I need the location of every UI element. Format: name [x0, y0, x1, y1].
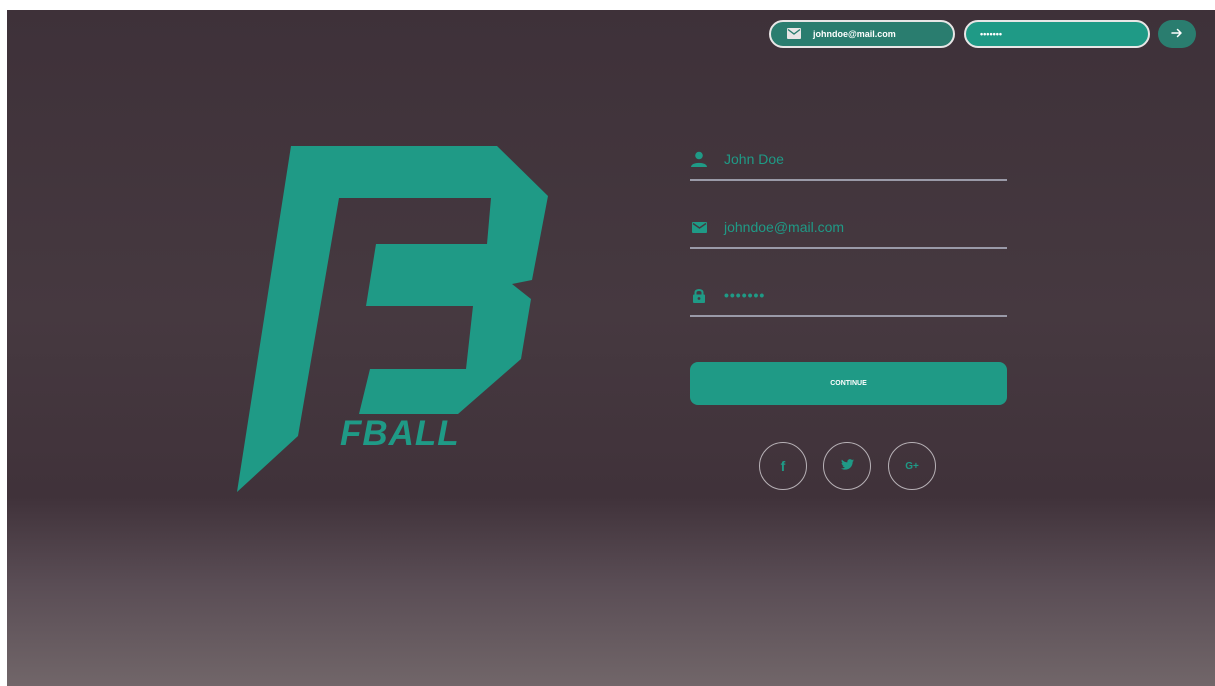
name-field[interactable]: John Doe	[690, 139, 1007, 181]
logo-wordmark: FBALL	[340, 414, 460, 453]
mail-icon	[787, 27, 801, 41]
password-field[interactable]: •••••••	[690, 275, 1007, 317]
continue-button[interactable]: CONTINUE	[690, 362, 1007, 405]
login-submit-button[interactable]	[1158, 20, 1196, 48]
twitter-button[interactable]	[823, 442, 871, 490]
user-icon	[690, 150, 708, 168]
signup-page: johndoe@mail.com ••••••• FBALL John Doe	[7, 10, 1215, 686]
topbar-password-field[interactable]: •••••••	[964, 20, 1150, 48]
name-value: John Doe	[724, 151, 784, 167]
email-field[interactable]: johndoe@mail.com	[690, 207, 1007, 249]
twitter-icon	[840, 457, 854, 475]
topbar-email-value: johndoe@mail.com	[813, 29, 896, 39]
facebook-button[interactable]: f	[759, 442, 807, 490]
google-plus-icon: G+	[905, 460, 919, 472]
facebook-icon: f	[780, 458, 786, 474]
topbar-password-value: •••••••	[980, 29, 1003, 39]
lock-icon	[690, 286, 708, 304]
topbar-email-field[interactable]: johndoe@mail.com	[769, 20, 955, 48]
password-value: •••••••	[724, 287, 766, 303]
email-value: johndoe@mail.com	[724, 219, 845, 235]
arrow-right-icon	[1171, 25, 1183, 43]
mail-icon	[690, 218, 708, 236]
google-plus-button[interactable]: G+	[888, 442, 936, 490]
